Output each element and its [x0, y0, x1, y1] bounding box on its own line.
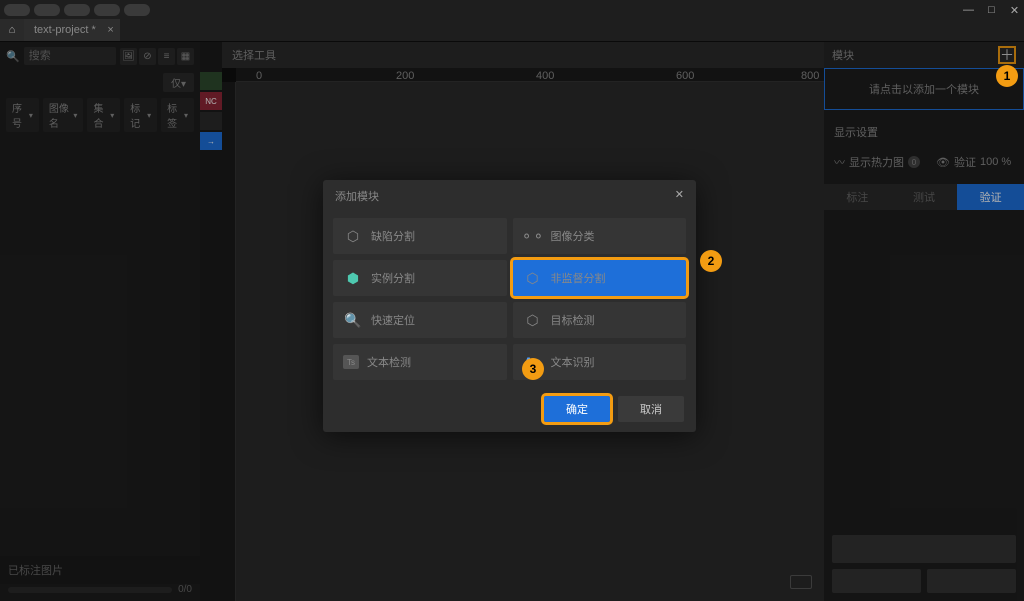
minimize-icon[interactable]: — [963, 5, 974, 16]
hex-icon: ⬡ [343, 226, 363, 246]
tab-test[interactable]: 测试 [891, 184, 958, 210]
heatmap-badge: 0 [908, 156, 920, 168]
search-icon: 🔍 [6, 50, 20, 63]
tool-label: 选择工具 [232, 47, 276, 63]
annotation-2: 2 [700, 250, 722, 272]
annotation-3: 3 [522, 358, 544, 380]
col-set[interactable]: 集合 [87, 98, 120, 132]
mode-tabs: 标注 测试 验证 [824, 184, 1024, 210]
titlebar-left [4, 4, 150, 16]
status-label: 已标注图片 [0, 556, 200, 584]
display-settings-header: 显示设置 [824, 118, 1024, 146]
menu-pill[interactable] [4, 4, 30, 16]
search-target-icon: 🔍 [343, 310, 363, 330]
heatmap-toggle[interactable]: 〰 显示热力图 0 [834, 154, 920, 170]
ruler-tick: 400 [536, 70, 554, 82]
home-tab[interactable]: ⌂ [0, 19, 24, 41]
ruler-tick: 600 [676, 70, 694, 82]
ruler-tick: 200 [396, 70, 414, 82]
tabbar: ⌂ text-project * × [0, 20, 1024, 42]
column-headers: 序号 图像名 集合 标记 标签 [0, 95, 200, 135]
ruler-tick: 0 [256, 70, 262, 82]
right-panel: 模块 ＋ 请点击以添加一个模块 显示设置 〰 显示热力图 0 👁 验证 100 … [824, 42, 1024, 601]
action-button-large[interactable] [832, 535, 1016, 563]
ok-button[interactable]: 确定 [544, 396, 610, 422]
maximize-icon[interactable]: □ [986, 5, 997, 16]
action-button-b[interactable] [927, 569, 1016, 593]
canvas-toolbar: 选择工具 [222, 42, 824, 68]
image-filter-icon[interactable]: 🖼 [120, 48, 137, 65]
module-image-classification[interactable]: ⚬⚬图像分类 [513, 218, 687, 254]
dialog-close-icon[interactable]: ✕ [675, 188, 684, 204]
tab-title: text-project * [34, 24, 96, 36]
ruler-horizontal: 0 200 400 600 800 [236, 68, 824, 82]
keyboard-icon[interactable] [790, 575, 812, 589]
window-controls: — □ ✕ [963, 5, 1020, 16]
ruler-tick: 800 [801, 70, 819, 82]
add-module-dialog: 添加模块 ✕ ⬡缺陷分割 ⚬⚬图像分类 ⬢实例分割 ⬡非监督分割 🔍快速定位 ⬡… [323, 180, 696, 432]
tool-gutter: NC → [200, 42, 222, 601]
module-text-detection[interactable]: Ts文本检测 [333, 344, 507, 380]
dialog-title: 添加模块 [335, 188, 379, 204]
gutter-marker-nc[interactable]: NC [200, 92, 222, 110]
empty-module-prompt[interactable]: 请点击以添加一个模块 [824, 68, 1024, 110]
module-unsupervised-segmentation[interactable]: ⬡非监督分割 [513, 260, 687, 296]
titlebar: — □ ✕ [0, 0, 1024, 20]
cancel-button[interactable]: 取消 [618, 396, 684, 422]
close-icon[interactable]: ✕ [1009, 5, 1020, 16]
wave-icon: 〰 [834, 154, 845, 170]
grid-icon[interactable]: ▦ [177, 48, 194, 65]
hex-white-icon: ⬡ [523, 268, 543, 288]
add-module-button[interactable]: ＋ [998, 46, 1016, 64]
module-fast-locate[interactable]: 🔍快速定位 [333, 302, 507, 338]
tab-annotate[interactable]: 标注 [824, 184, 891, 210]
abc-icon: ⚬⚬ [523, 226, 543, 246]
project-tab[interactable]: text-project * × [24, 19, 120, 41]
action-button-a[interactable] [832, 569, 921, 593]
module-object-detection[interactable]: ⬡目标检测 [513, 302, 687, 338]
tab-close-icon[interactable]: × [107, 24, 113, 36]
col-tag[interactable]: 标签 [161, 98, 194, 132]
search-input[interactable] [24, 47, 116, 65]
module-instance-segmentation[interactable]: ⬢实例分割 [333, 260, 507, 296]
eye-icon: 👁 [936, 156, 950, 169]
gutter-item[interactable] [200, 112, 222, 130]
modules-title: 模块 [832, 47, 854, 63]
verify-toggle[interactable]: 👁 验证 100 % [936, 154, 1011, 170]
progress-text: 0/0 [178, 584, 192, 595]
text-box-icon: Ts [343, 355, 359, 369]
menu-pill[interactable] [94, 4, 120, 16]
gutter-selected[interactable]: → [200, 132, 222, 150]
menu-pill[interactable] [34, 4, 60, 16]
list-icon[interactable]: ≡ [158, 48, 175, 65]
tab-verify[interactable]: 验证 [957, 184, 1024, 210]
left-panel: 🔍 🖼 ⊘ ≡ ▦ 仅▾ 序号 图像名 集合 标记 标签 已标注图片 0/0 [0, 42, 200, 601]
hex-outline-icon: ⬡ [523, 310, 543, 330]
col-mark[interactable]: 标记 [124, 98, 157, 132]
menu-pill[interactable] [124, 4, 150, 16]
annotation-1: 1 [996, 65, 1018, 87]
clear-icon[interactable]: ⊘ [139, 48, 156, 65]
col-index[interactable]: 序号 [6, 98, 39, 132]
col-name[interactable]: 图像名 [43, 98, 84, 132]
filter-button[interactable]: 仅▾ [163, 73, 194, 92]
menu-pill[interactable] [64, 4, 90, 16]
module-defect-segmentation[interactable]: ⬡缺陷分割 [333, 218, 507, 254]
gutter-item[interactable] [200, 72, 222, 90]
ruler-vertical [222, 82, 236, 601]
hex-green-icon: ⬢ [343, 268, 363, 288]
progress-bar [8, 587, 172, 593]
